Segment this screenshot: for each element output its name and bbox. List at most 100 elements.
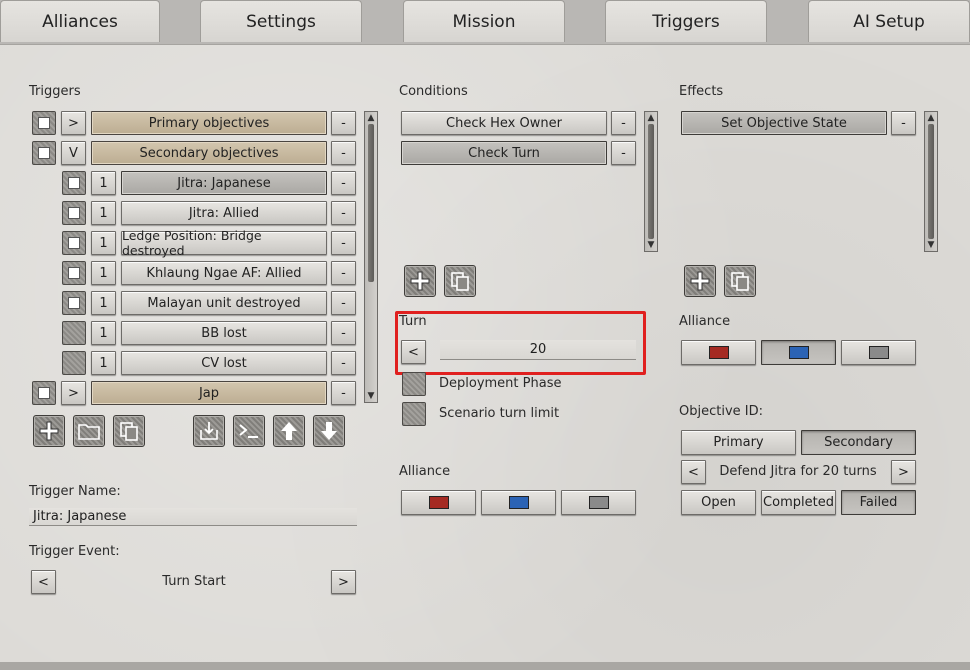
trigger-count: 1 (91, 261, 116, 285)
trigger-checkbox-unchecked[interactable] (62, 321, 86, 345)
trigger-checkbox[interactable] (32, 381, 56, 405)
trigger-count: 1 (91, 231, 116, 255)
tab-label: Mission (452, 11, 516, 32)
trigger-item[interactable]: Jitra: Japanese (121, 171, 327, 195)
tab-label: Alliances (42, 11, 118, 32)
trigger-item[interactable]: Jitra: Allied (121, 201, 327, 225)
trigger-item[interactable]: CV lost (121, 351, 327, 375)
trigger-event-next-button[interactable]: > (331, 570, 356, 594)
move-down-icon[interactable] (313, 415, 345, 447)
triggers-scrollbar[interactable]: ▲ ▼ (364, 111, 378, 403)
expand-toggle-button[interactable]: > (61, 381, 86, 405)
scenario-turn-limit-checkbox[interactable] (402, 402, 426, 426)
scroll-down-icon[interactable]: ▼ (365, 390, 377, 402)
bottom-border (0, 662, 970, 670)
trigger-checkbox[interactable] (62, 231, 86, 255)
alliance-blue-button[interactable] (481, 490, 556, 515)
trigger-checkbox[interactable] (32, 111, 56, 135)
deployment-phase-checkbox[interactable] (402, 372, 426, 396)
copy-icon[interactable] (724, 265, 756, 297)
remove-trigger-button[interactable]: - (331, 321, 356, 345)
effect-item-selected[interactable]: Set Objective State (681, 111, 887, 135)
alliance-red-button[interactable] (681, 340, 756, 365)
gray-swatch (588, 496, 609, 509)
trigger-item[interactable]: Khlaung Ngae AF: Allied (121, 261, 327, 285)
remove-trigger-button[interactable]: - (331, 351, 356, 375)
scroll-up-icon[interactable]: ▲ (645, 112, 657, 124)
add-icon[interactable] (33, 415, 65, 447)
trigger-checkbox[interactable] (32, 141, 56, 165)
remove-trigger-button[interactable]: - (331, 141, 356, 165)
expand-toggle-button[interactable]: > (61, 111, 86, 135)
remove-trigger-button[interactable]: - (331, 111, 356, 135)
trigger-name-label: Trigger Name: (29, 484, 121, 499)
remove-effect-button[interactable]: - (891, 111, 916, 135)
trigger-name-input[interactable]: Jitra: Japanese (29, 508, 357, 526)
remove-trigger-button[interactable]: - (331, 231, 356, 255)
remove-condition-button[interactable]: - (611, 141, 636, 165)
alliance-gray-button[interactable] (841, 340, 916, 365)
trigger-count: 1 (91, 201, 116, 225)
trigger-checkbox-unchecked[interactable] (62, 351, 86, 375)
condition-item-selected[interactable]: Check Turn (401, 141, 607, 165)
alliance-red-button[interactable] (401, 490, 476, 515)
blue-swatch (788, 346, 809, 359)
effects-alliance-label: Alliance (679, 314, 731, 329)
script-icon[interactable] (233, 415, 265, 447)
import-icon[interactable] (193, 415, 225, 447)
objective-next-button[interactable]: > (891, 460, 916, 484)
tab-mission[interactable]: Mission (403, 0, 565, 42)
tab-settings[interactable]: Settings (200, 0, 362, 42)
trigger-checkbox[interactable] (62, 171, 86, 195)
conditions-title: Conditions (399, 84, 468, 99)
trigger-group-jap[interactable]: Jap (91, 381, 327, 405)
tab-triggers[interactable]: Triggers (605, 0, 767, 42)
add-icon[interactable] (684, 265, 716, 297)
trigger-count: 1 (91, 321, 116, 345)
remove-trigger-button[interactable]: - (331, 381, 356, 405)
trigger-checkbox[interactable] (62, 261, 86, 285)
tab-alliances[interactable]: Alliances (0, 0, 160, 42)
copy-icon[interactable] (444, 265, 476, 297)
alliance-blue-button-selected[interactable] (761, 340, 836, 365)
expand-toggle-button[interactable]: V (61, 141, 86, 165)
folder-icon[interactable] (73, 415, 105, 447)
trigger-item[interactable]: Malayan unit destroyed (121, 291, 327, 315)
objective-prev-button[interactable]: < (681, 460, 706, 484)
move-up-icon[interactable] (273, 415, 305, 447)
objective-id-label: Objective ID: (679, 404, 763, 419)
scroll-down-icon[interactable]: ▼ (645, 239, 657, 251)
remove-trigger-button[interactable]: - (331, 261, 356, 285)
effects-scrollbar[interactable]: ▲ ▼ (924, 111, 938, 252)
secondary-button-selected[interactable]: Secondary (801, 430, 916, 455)
primary-button[interactable]: Primary (681, 430, 796, 455)
tab-label: AI Setup (853, 11, 925, 32)
completed-state-button[interactable]: Completed (761, 490, 836, 515)
remove-trigger-button[interactable]: - (331, 291, 356, 315)
trigger-checkbox[interactable] (62, 201, 86, 225)
scroll-down-icon[interactable]: ▼ (925, 239, 937, 251)
tab-ai-setup[interactable]: AI Setup (808, 0, 970, 42)
trigger-count: 1 (91, 171, 116, 195)
trigger-group-secondary[interactable]: Secondary objectives (91, 141, 327, 165)
scenario-editor: Alliances Settings Mission Triggers AI S… (0, 0, 970, 670)
add-icon[interactable] (404, 265, 436, 297)
scroll-up-icon[interactable]: ▲ (365, 112, 377, 124)
remove-condition-button[interactable]: - (611, 111, 636, 135)
trigger-event-label: Trigger Event: (29, 544, 120, 559)
trigger-group-primary[interactable]: Primary objectives (91, 111, 327, 135)
open-state-button[interactable]: Open (681, 490, 756, 515)
copy-icon[interactable] (113, 415, 145, 447)
scroll-up-icon[interactable]: ▲ (925, 112, 937, 124)
conditions-scrollbar[interactable]: ▲ ▼ (644, 111, 658, 252)
remove-trigger-button[interactable]: - (331, 171, 356, 195)
failed-state-button-selected[interactable]: Failed (841, 490, 916, 515)
condition-item[interactable]: Check Hex Owner (401, 111, 607, 135)
trigger-event-prev-button[interactable]: < (31, 570, 56, 594)
red-swatch (428, 496, 449, 509)
trigger-checkbox[interactable] (62, 291, 86, 315)
trigger-item[interactable]: Ledge Position: Bridge destroyed (121, 228, 327, 258)
remove-trigger-button[interactable]: - (331, 201, 356, 225)
alliance-gray-button[interactable] (561, 490, 636, 515)
trigger-item[interactable]: BB lost (121, 321, 327, 345)
